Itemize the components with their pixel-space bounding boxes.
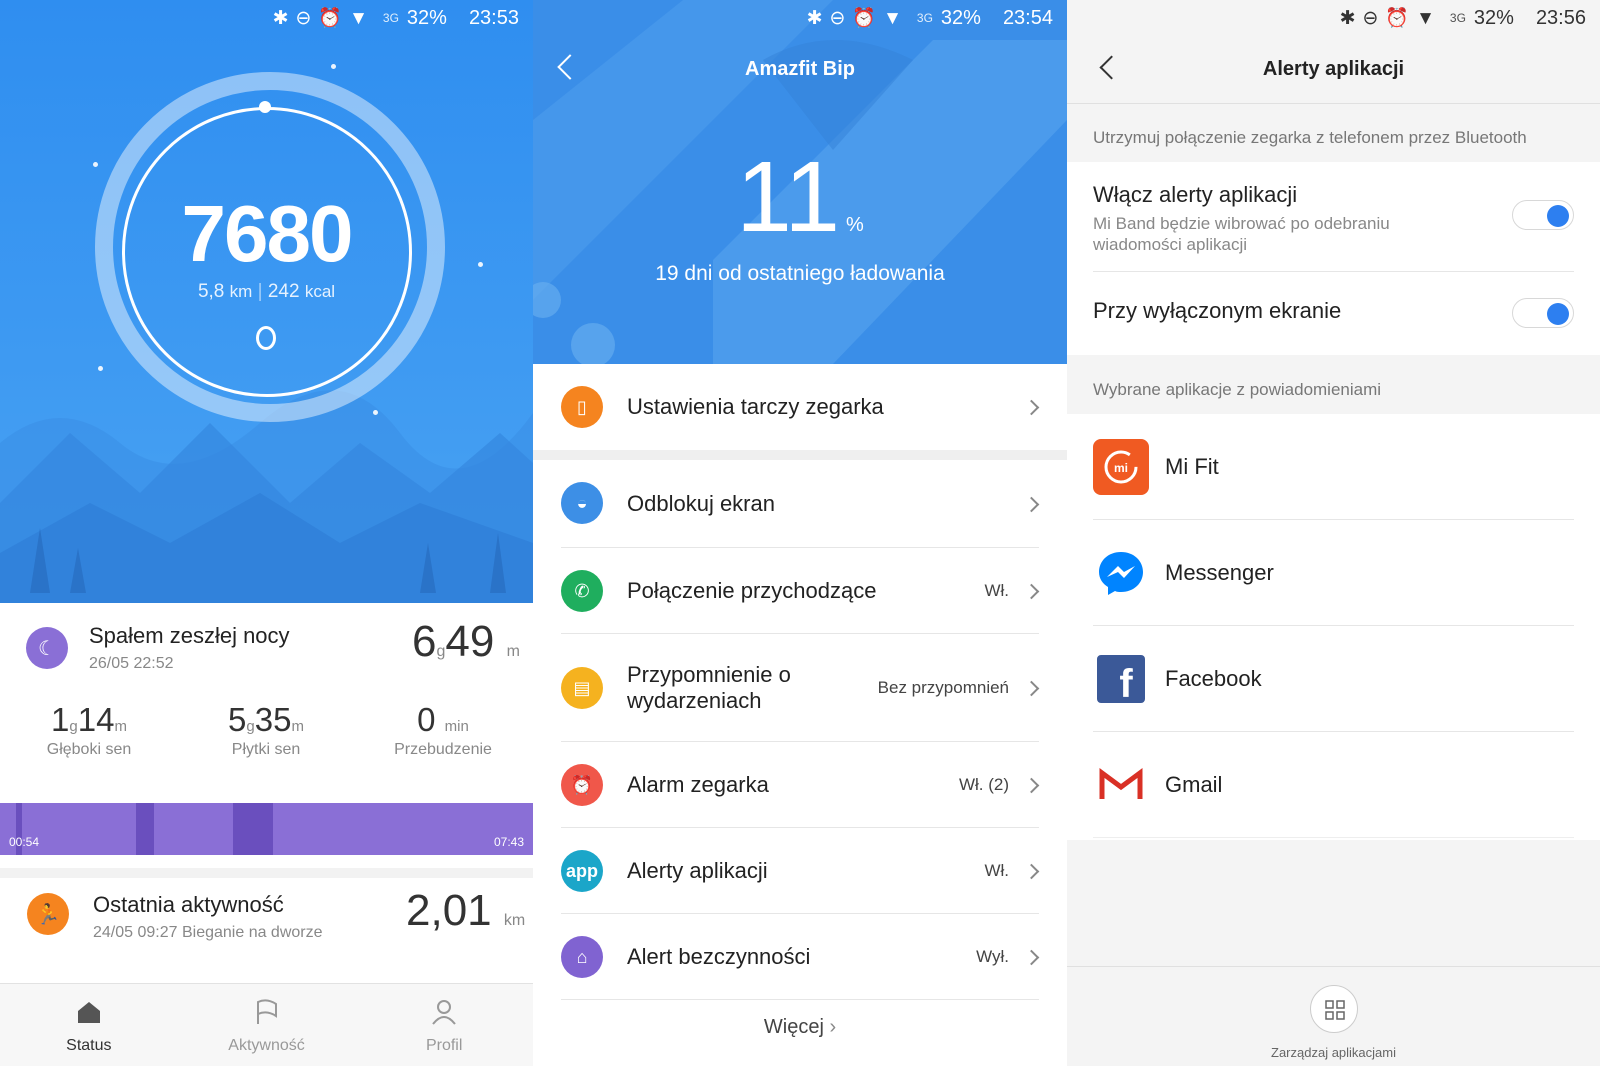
sleep-end-time: 07:43 (493, 835, 524, 849)
battery-indicator: 32% (940, 6, 981, 29)
watch-face-icon: ▯ (561, 386, 603, 428)
menu-event-reminder[interactable]: ▤ Przypomnienie o wydarzeniach Bez przyp… (533, 634, 1067, 742)
manage-apps-button[interactable] (1310, 985, 1358, 1033)
bluetooth-note: Utrzymuj połączenie zegarka z telefonem … (1093, 128, 1527, 147)
app-alerts-screen: ✱⊖⏰▼ 3G 32% 23:56 Alerty aplikacji Utrzy… (1067, 0, 1600, 1066)
home-icon (77, 1002, 100, 1023)
watch-icon[interactable] (256, 326, 276, 350)
menu-unlock-screen[interactable]: ◒ Odblokuj ekran (533, 460, 1067, 548)
facebook-icon: f (1097, 655, 1145, 706)
app-row-facebook[interactable]: f Facebook (1067, 626, 1600, 732)
sleep-title: Spałem zeszłej nocy (89, 623, 290, 648)
status-bar: ✱⊖⏰▼ 3G 32% 23:53 (272, 6, 519, 30)
app-row-gmail[interactable]: Gmail (1067, 732, 1600, 838)
enable-alerts-title: Włącz alerty aplikacji (1093, 182, 1298, 207)
toggles-block: Włącz alerty aplikacji Mi Band będzie wi… (1067, 162, 1600, 355)
status-bar: ✱⊖⏰▼ 3G 32% 23:54 (806, 6, 1053, 30)
page-title: Alerty aplikacji (1262, 58, 1405, 80)
clock: 23:54 (1002, 6, 1053, 29)
calendar-icon: ▤ (561, 667, 603, 709)
screen-off-row: Przy wyłączonym ekranie (1067, 272, 1600, 355)
flag-icon (256, 999, 277, 1024)
menu-app-alerts[interactable]: app Alerty aplikacji Wł. (533, 828, 1067, 914)
enable-alerts-desc-line1: Mi Band będzie wibrować po odebraniu (1093, 214, 1390, 233)
sleep-date: 26/05 22:52 (89, 655, 174, 672)
nav-status[interactable]: Status (0, 984, 178, 1066)
bottom-nav: Status Aktywność Profil (0, 983, 533, 1066)
person-icon (432, 1000, 456, 1025)
battery-indicator: 32% (406, 6, 447, 29)
status-icons: ✱⊖⏰▼ (1339, 8, 1442, 29)
battery-level: 11% (736, 141, 864, 253)
phone-icon: ✆ (561, 570, 603, 612)
manage-apps-label: Zarządzaj aplikacjami (1271, 1045, 1396, 1060)
selected-apps-label: Wybrane aplikacje z powiadomieniami (1093, 380, 1382, 399)
alarm-icon: ⏰ (561, 764, 603, 806)
manage-apps: Zarządzaj aplikacjami (1067, 966, 1600, 1066)
status-bar: ✱⊖⏰▼ 3G 32% 23:56 (1067, 0, 1600, 36)
sleep-card[interactable]: ☾ Spałem zeszłej nocy 26/05 22:52 6g49 m… (0, 603, 533, 803)
steps-hero: 7680 5,8 km | 242 kcal (0, 0, 533, 603)
clock: 23:56 (1535, 6, 1586, 29)
app-row-mi-fit[interactable]: mi Mi Fit (1067, 414, 1600, 520)
enable-alerts-desc-line2: wiadomości aplikacji (1093, 235, 1248, 254)
status-icons: ✱⊖⏰▼ (806, 8, 909, 29)
mi-fit-icon: mi (1093, 439, 1149, 495)
chevron-right-icon: › (829, 1016, 837, 1038)
gmail-icon (1093, 757, 1149, 813)
device-title: Amazfit Bip (745, 58, 855, 80)
awake-stat: 0 min Przebudzenie (394, 701, 492, 758)
nav-profile[interactable]: Profil (355, 984, 533, 1066)
light-sleep-stat: 5g35m Płytki sen (228, 701, 304, 758)
menu-watch-alarm[interactable]: ⏰ Alarm zegarka Wł. (2) (533, 742, 1067, 828)
sleep-timeline[interactable]: 00:54 07:43 (0, 803, 533, 855)
battery-indicator: 32% (1473, 6, 1514, 29)
menu-idle-alert[interactable]: ⌂ Alert bezczynności Wył. (533, 914, 1067, 1000)
screen-off-toggle[interactable] (1512, 298, 1574, 328)
activity-distance: 2,01 km (406, 886, 526, 935)
menu-incoming-call[interactable]: ✆ Połączenie przychodzące Wł. (533, 548, 1067, 634)
sleep-start-time: 00:54 (9, 835, 40, 849)
device-screen: Amazfit Bip 11% 19 dni od ostatniego ład… (533, 0, 1067, 1066)
status-screen: 7680 5,8 km | 242 kcal ☾ Spałem zeszłej … (0, 0, 533, 1066)
deep-sleep-stat: 1g14m Głęboki sen (46, 701, 132, 758)
grid-icon (1325, 1000, 1345, 1020)
app-row-messenger[interactable]: Messenger (1067, 520, 1600, 626)
svg-text:mi: mi (1114, 461, 1128, 475)
screen-off-title: Przy wyłączonym ekranie (1093, 298, 1342, 323)
clock: 23:53 (468, 6, 519, 29)
menu-watch-face[interactable]: ▯ Ustawienia tarczy zegarka (533, 364, 1067, 450)
apps-list: mi Mi Fit Messenger f Facebook Gmail (1067, 414, 1600, 840)
enable-alerts-toggle[interactable] (1512, 200, 1574, 230)
status-icons: ✱⊖⏰▼ (272, 8, 375, 29)
app-icon: app (561, 850, 603, 892)
enable-alerts-row: Włącz alerty aplikacji Mi Band będzie wi… (1067, 162, 1600, 272)
more-button[interactable]: Więcej › (533, 1016, 1067, 1039)
running-icon: 🏃 (27, 893, 69, 935)
sleep-total: 6g49 m (412, 617, 520, 666)
unlock-icon: ◒ (561, 482, 603, 524)
distance-calories: 5,8 km | 242 kcal (197, 281, 336, 302)
steps-count: 7680 (181, 189, 354, 278)
messenger-icon (1093, 545, 1149, 601)
nav-activity[interactable]: Aktywność (178, 984, 356, 1066)
battery-last-charge: 19 dni od ostatniego ładowania (655, 262, 945, 285)
header: Alerty aplikacji (1067, 36, 1600, 104)
progress-ring-marker (259, 101, 271, 113)
moon-icon: ☾ (26, 627, 68, 669)
sofa-icon: ⌂ (561, 936, 603, 978)
activity-card[interactable]: 🏃 Ostatnia aktywność 24/05 09:27 Biegani… (0, 868, 533, 983)
activity-title: Ostatnia aktywność (93, 892, 284, 917)
activity-detail: 24/05 09:27 Bieganie na dworze (93, 924, 323, 941)
